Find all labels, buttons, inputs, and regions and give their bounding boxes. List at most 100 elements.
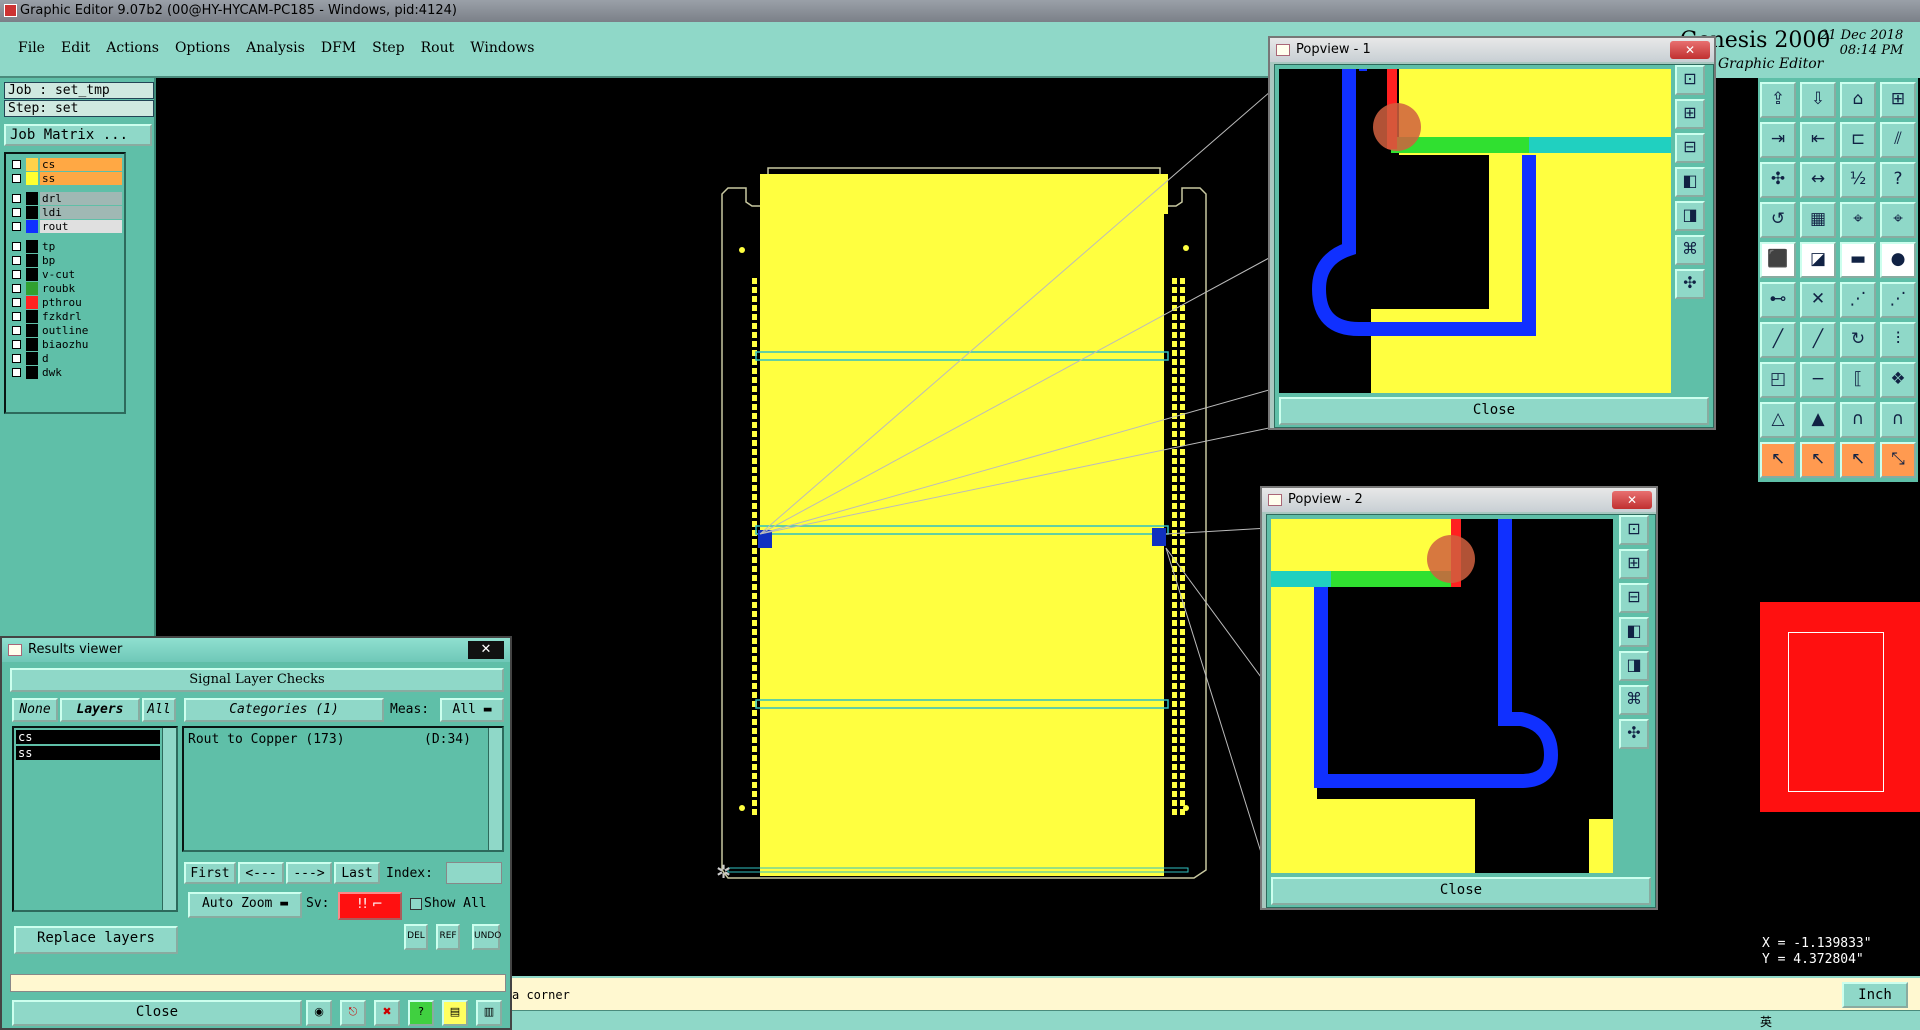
help-icon[interactable]: ? <box>408 1000 434 1026</box>
layer-color-swatch[interactable] <box>26 220 38 233</box>
scale-icon[interactable]: ½ <box>1840 162 1876 198</box>
layer-color-swatch[interactable] <box>26 158 38 171</box>
pointer4-icon[interactable]: ⤡ <box>1880 442 1916 478</box>
undo-icon[interactable]: UNDO <box>472 924 501 950</box>
pan-right-icon[interactable]: ◨ <box>1619 651 1649 681</box>
layer-checkbox[interactable] <box>12 284 21 293</box>
link2-icon[interactable]: ⋰ <box>1880 282 1916 318</box>
draw-icon[interactable]: ╱ <box>1760 322 1796 358</box>
pol-icon[interactable]: ⫶ <box>1880 322 1916 358</box>
category-item[interactable]: Rout to Copper (173) <box>188 732 345 747</box>
pan-right-icon[interactable]: ◨ <box>1675 201 1705 231</box>
layer-color-swatch[interactable] <box>26 338 38 351</box>
layer-row-cs[interactable]: cs <box>8 158 122 171</box>
center-icon[interactable]: ✣ <box>1675 269 1705 299</box>
index-input[interactable] <box>446 862 502 884</box>
ruler-icon[interactable]: ▬ <box>1840 242 1876 278</box>
layer-checkbox[interactable] <box>12 298 21 307</box>
layer-color-swatch[interactable] <box>26 352 38 365</box>
hook-icon[interactable]: ↺ <box>1760 202 1796 238</box>
layer-color-swatch[interactable] <box>26 206 38 219</box>
category-list[interactable]: Rout to Copper (173) (D:34) <box>182 726 504 852</box>
zoom-fit-icon[interactable]: ⊡ <box>1675 65 1705 95</box>
menu-step[interactable]: Step <box>364 40 412 56</box>
arch2-icon[interactable]: ∩ <box>1880 402 1916 438</box>
layer-row-outline[interactable]: outline <box>8 324 122 337</box>
minus-icon[interactable]: − <box>1800 362 1836 398</box>
meas-select[interactable]: All ▬ <box>440 698 504 722</box>
layer-results-list[interactable]: cs ss <box>12 726 178 912</box>
prev-button[interactable]: <--- <box>238 862 284 884</box>
zoom-in-icon[interactable]: ⊞ <box>1619 549 1649 579</box>
results-close-x[interactable]: ✕ <box>468 641 504 659</box>
pan-icon[interactable]: ↔ <box>1800 162 1836 198</box>
layer-color-swatch[interactable] <box>26 268 38 281</box>
layer-checkbox[interactable] <box>12 270 21 279</box>
pan-left-icon[interactable]: ◧ <box>1675 167 1705 197</box>
layer-color-swatch[interactable] <box>26 296 38 309</box>
grid-icon[interactable]: ▦ <box>1800 202 1836 238</box>
popview-2-close-x[interactable]: ✕ <box>1612 491 1652 509</box>
node-icon[interactable]: ⊷ <box>1760 282 1796 318</box>
layer-row-roubk[interactable]: roubk <box>8 282 122 295</box>
none-button[interactable]: None <box>12 698 58 722</box>
layer-checkbox[interactable] <box>12 194 21 203</box>
layer-checkbox[interactable] <box>12 368 21 377</box>
layer-color-swatch[interactable] <box>26 254 38 267</box>
window-icon[interactable]: ⊞ <box>1880 82 1916 118</box>
chart-icon[interactable]: ▥ <box>476 1000 502 1026</box>
report-icon[interactable]: ▤ <box>442 1000 468 1026</box>
menu-edit[interactable]: Edit <box>53 40 98 56</box>
layer-checkbox[interactable] <box>12 340 21 349</box>
categories-button[interactable]: Categories (1) <box>184 698 384 722</box>
layers-button[interactable]: Layers <box>60 698 140 722</box>
job-matrix-button[interactable]: Job Matrix ... <box>4 124 152 146</box>
pointer2-icon[interactable]: ↖ <box>1800 442 1836 478</box>
slash-icon[interactable]: ⫽ <box>1880 122 1916 158</box>
pan-left-icon[interactable]: ◧ <box>1619 617 1649 647</box>
results-close-button[interactable]: Close <box>12 1000 302 1026</box>
menu-options[interactable]: Options <box>167 40 238 56</box>
last-button[interactable]: Last <box>334 862 380 884</box>
link-icon[interactable]: ⋰ <box>1840 282 1876 318</box>
layer-row-dwk[interactable]: dwk <box>8 366 122 379</box>
in-icon[interactable]: ⇥ <box>1760 122 1796 158</box>
center-icon[interactable]: ✣ <box>1619 719 1649 749</box>
next-button[interactable]: ---> <box>286 862 332 884</box>
layer-row-pthrou[interactable]: pthrou <box>8 296 122 309</box>
all-layers-button[interactable]: All <box>142 698 176 722</box>
layer-row-rout[interactable]: rout <box>8 220 122 233</box>
menu-actions[interactable]: Actions <box>98 40 167 56</box>
exit-icon[interactable]: ⎋ <box>340 1000 366 1026</box>
refresh-icon[interactable]: REF <box>436 924 460 950</box>
layer-color-swatch[interactable] <box>26 172 38 185</box>
layer-checkbox[interactable] <box>12 208 21 217</box>
layer-checkbox[interactable] <box>12 174 21 183</box>
scrollbar[interactable] <box>162 728 176 910</box>
layer-checkbox[interactable] <box>12 326 21 335</box>
layer-row-d[interactable]: d <box>8 352 122 365</box>
zoom-home-icon[interactable]: ⌘ <box>1619 685 1649 715</box>
snap-icon[interactable]: ⊏ <box>1840 122 1876 158</box>
pin-icon[interactable]: ⌖ <box>1840 202 1876 238</box>
copy-icon[interactable]: ⇩ <box>1800 82 1836 118</box>
layer-row-ldi[interactable]: ldi <box>8 206 122 219</box>
popview-2-titlebar[interactable]: Popview - 2 <box>1262 488 1656 512</box>
layer-checkbox[interactable] <box>12 160 21 169</box>
list-item[interactable]: cs <box>16 730 160 744</box>
pad-icon[interactable]: ⬛ <box>1760 242 1796 278</box>
delete-icon[interactable]: DEL <box>404 924 428 950</box>
dot-icon[interactable]: ● <box>1880 242 1916 278</box>
zoom-fit-icon[interactable]: ⊡ <box>1619 515 1649 545</box>
popview-1-close-x[interactable]: ✕ <box>1670 41 1710 59</box>
tri2-icon[interactable]: ▲ <box>1800 402 1836 438</box>
results-titlebar[interactable]: Results viewer <box>2 638 510 662</box>
overview-map[interactable] <box>1760 602 1920 812</box>
pin2-icon[interactable]: ⌖ <box>1880 202 1916 238</box>
zoom-out-icon[interactable]: ⊟ <box>1619 583 1649 613</box>
popview-1-close-button[interactable]: Close <box>1279 397 1709 425</box>
menu-analysis[interactable]: Analysis <box>238 40 313 56</box>
query-icon[interactable]: ? <box>1880 162 1916 198</box>
layer-row-v-cut[interactable]: v-cut <box>8 268 122 281</box>
scrollbar[interactable] <box>488 728 502 850</box>
